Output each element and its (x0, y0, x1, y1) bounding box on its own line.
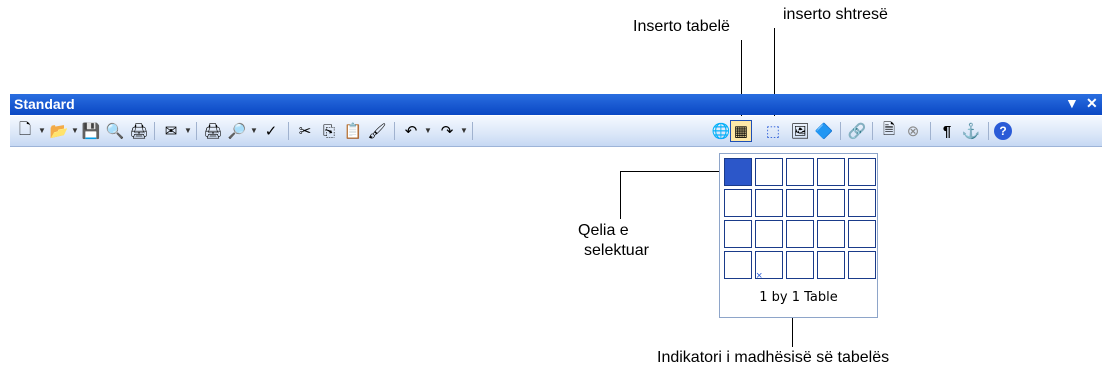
insert-hyperlink-icon[interactable]: 🌐 (710, 120, 732, 142)
cursor-icon: × (756, 270, 763, 282)
copy-icon[interactable]: ⎘ (318, 120, 340, 142)
grid-cell-selected[interactable] (724, 158, 752, 186)
paste-icon[interactable]: 📋 (342, 120, 364, 142)
insert-chart-icon[interactable]: 🔷 (813, 120, 835, 142)
open-dropdown-arrow-icon[interactable]: ▼ (71, 126, 79, 135)
separator (840, 122, 841, 140)
separator (472, 122, 473, 140)
annotation-insert-table: Inserto tabelë (633, 18, 730, 35)
show-hide-icon[interactable]: ¶ (936, 120, 958, 142)
connector-selected-cell-v (620, 171, 621, 219)
format-painter-icon[interactable]: 🖌 (366, 120, 388, 142)
anchor-icon[interactable]: ⚓ (960, 120, 982, 142)
connector-selected-cell-h (620, 171, 727, 172)
grid-cell[interactable] (755, 189, 783, 217)
grid-cell[interactable] (848, 158, 876, 186)
grid-cell[interactable] (786, 189, 814, 217)
table-size-grid: × (724, 158, 876, 282)
grid-cell[interactable] (817, 158, 845, 186)
print-preview-icon[interactable]: 🔎 (226, 120, 248, 142)
grid-cell[interactable] (724, 189, 752, 217)
grid-cell[interactable] (848, 251, 876, 279)
new-dropdown-arrow-icon[interactable]: ▼ (38, 126, 46, 135)
research-icon[interactable]: 🔍 (104, 120, 126, 142)
preview-dropdown-arrow-icon[interactable]: ▼ (250, 126, 258, 135)
separator (154, 122, 155, 140)
separator (394, 122, 395, 140)
annotation-insert-layer: inserto shtresë (783, 6, 888, 23)
grid-cell[interactable]: × (755, 251, 783, 282)
toolbar-title: Standard (14, 96, 75, 112)
spelling-icon[interactable]: ✓ (260, 120, 282, 142)
undo-icon[interactable]: ↶ (400, 120, 422, 142)
save-icon[interactable]: 💾 (80, 120, 102, 142)
annotation-selected-cell-2: selektuar (584, 242, 649, 259)
insert-table-dropdown: × 1 by 1 Table (719, 153, 878, 318)
separator (288, 122, 289, 140)
grid-cell[interactable] (786, 158, 814, 186)
table-size-label: 1 by 1 Table (759, 290, 838, 305)
insert-picture-icon[interactable]: 🖼 (789, 120, 811, 142)
separator (930, 122, 931, 140)
help-icon[interactable]: ? (994, 122, 1012, 140)
grid-cell[interactable] (817, 251, 845, 279)
email-dropdown-arrow-icon[interactable]: ▼ (184, 126, 192, 135)
separator (196, 122, 197, 140)
document-map-icon[interactable]: 🗎 (878, 120, 900, 142)
separator (988, 122, 989, 140)
cut-icon[interactable]: ✂ (294, 120, 316, 142)
grid-cell[interactable] (848, 189, 876, 217)
grid-cell[interactable] (817, 220, 845, 248)
insert-drawing-canvas-icon[interactable]: ⬚ (762, 120, 784, 142)
open-icon[interactable]: 📂 (48, 120, 70, 142)
print-icon[interactable]: 🖨 (202, 120, 224, 142)
toolbar-close-icon[interactable]: ✕ (1086, 95, 1098, 112)
grid-cell[interactable] (724, 220, 752, 248)
grid-cell[interactable] (724, 251, 752, 279)
grid-cell[interactable] (755, 158, 783, 186)
hyperlink-icon[interactable]: 🔗 (846, 120, 868, 142)
email-icon[interactable]: ✉ (160, 120, 182, 142)
grid-cell[interactable] (755, 220, 783, 248)
stop-icon[interactable]: ⊗ (902, 120, 924, 142)
redo-icon[interactable]: ↷ (436, 120, 458, 142)
undo-dropdown-arrow-icon[interactable]: ▼ (424, 126, 432, 135)
separator (872, 122, 873, 140)
insert-table-icon[interactable]: ▦ (730, 120, 752, 142)
grid-cell[interactable] (786, 251, 814, 279)
annotation-size-indicator: Indikatori i madhësisë së tabelës (657, 349, 890, 366)
grid-cell[interactable] (786, 220, 814, 248)
grid-cell[interactable] (848, 220, 876, 248)
toolbar-options-icon[interactable]: ▼ (1065, 95, 1079, 111)
grid-cell[interactable] (817, 189, 845, 217)
permission-icon[interactable]: 🖨 (128, 120, 150, 142)
toolbar-titlebar: Standard ▼ ✕ (10, 94, 1102, 115)
toolbar-button-strip: 🗋 ▼ 📂 ▼ 💾 🔍 🖨 ✉ ▼ 🖨 🔎 ▼ ✓ ✂ ⎘ 📋 🖌 ↶ ▼ ↷ … (10, 116, 1102, 147)
new-document-icon[interactable]: 🗋 (14, 120, 36, 142)
redo-dropdown-arrow-icon[interactable]: ▼ (460, 126, 468, 135)
standard-toolbar: Standard ▼ ✕ 🗋 ▼ 📂 ▼ 💾 🔍 🖨 ✉ ▼ 🖨 🔎 ▼ ✓ ✂… (10, 94, 1102, 156)
annotation-selected-cell-1: Qelia e (578, 222, 629, 239)
